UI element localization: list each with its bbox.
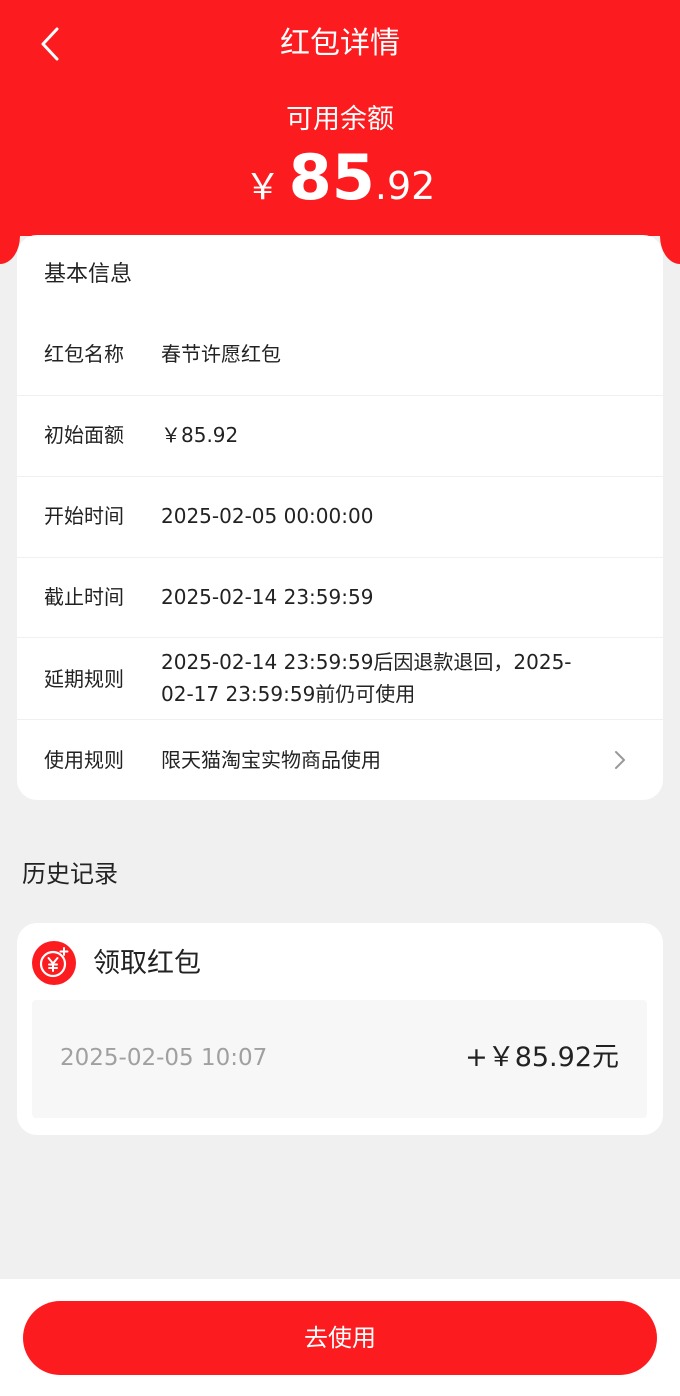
balance-integer: 85 — [288, 141, 375, 214]
history-card: 领取红包 2025-02-05 10:07 +￥85.92元 — [17, 923, 663, 1135]
balance-label: 可用余额 — [286, 104, 394, 135]
basic-info-card: 基本信息 红包名称 春节许愿红包 初始面额 ￥85.92 开始时间 2025-0… — [17, 235, 663, 800]
row-label: 截止时间 — [44, 585, 124, 609]
row-label: 延期规则 — [44, 667, 124, 691]
row-value: ￥85.92 — [161, 423, 239, 447]
info-row-extension-rule: 延期规则 2025-02-14 23:59:59后因退款退回，2025- 02-… — [17, 637, 663, 719]
info-row-usage-rule[interactable]: 使用规则 限天猫淘宝实物商品使用 — [17, 719, 663, 800]
balance-amount: ￥ 85.92 — [0, 142, 680, 230]
history-amount: +￥85.92元 — [465, 1042, 619, 1073]
row-value: 2025-02-14 23:59:59 — [161, 585, 374, 609]
row-label: 初始面额 — [44, 423, 124, 447]
chevron-right-icon — [615, 751, 625, 769]
header: 红包详情 可用余额 ￥ 85.92 — [0, 0, 680, 236]
row-value-line: 02-17 23:59:59前仍可使用 — [161, 682, 416, 706]
history-type-label: 领取红包 — [93, 948, 201, 979]
info-row-start-time: 开始时间 2025-02-05 00:00:00 — [17, 476, 663, 557]
history-date: 2025-02-05 10:07 — [60, 1045, 268, 1071]
history-entry: 2025-02-05 10:07 +￥85.92元 — [32, 1000, 647, 1118]
info-row-name: 红包名称 春节许愿红包 — [17, 315, 663, 395]
balance-decimal: .92 — [374, 164, 436, 208]
row-label: 开始时间 — [44, 504, 124, 528]
section-title-history: 历史记录 — [22, 860, 118, 888]
row-value: 2025-02-05 00:00:00 — [161, 504, 374, 528]
yuan-coin-icon — [32, 941, 76, 985]
page-title: 红包详情 — [280, 26, 400, 61]
row-label: 红包名称 — [44, 342, 124, 366]
section-title-basic-info: 基本信息 — [44, 262, 133, 287]
use-button[interactable]: 去使用 — [23, 1301, 657, 1375]
bottom-bar: 去使用 — [0, 1279, 680, 1396]
row-value-line: 2025-02-14 23:59:59后因退款退回，2025- — [161, 650, 572, 674]
info-row-end-time: 截止时间 2025-02-14 23:59:59 — [17, 557, 663, 637]
header-curve-right — [660, 236, 680, 264]
row-value: 2025-02-14 23:59:59后因退款退回，2025- 02-17 23… — [161, 646, 611, 710]
row-label: 使用规则 — [44, 748, 124, 772]
balance-currency: ￥ — [244, 167, 281, 208]
row-value: 限天猫淘宝实物商品使用 — [161, 748, 381, 772]
info-row-initial-amount: 初始面额 ￥85.92 — [17, 395, 663, 476]
row-value: 春节许愿红包 — [161, 342, 281, 366]
